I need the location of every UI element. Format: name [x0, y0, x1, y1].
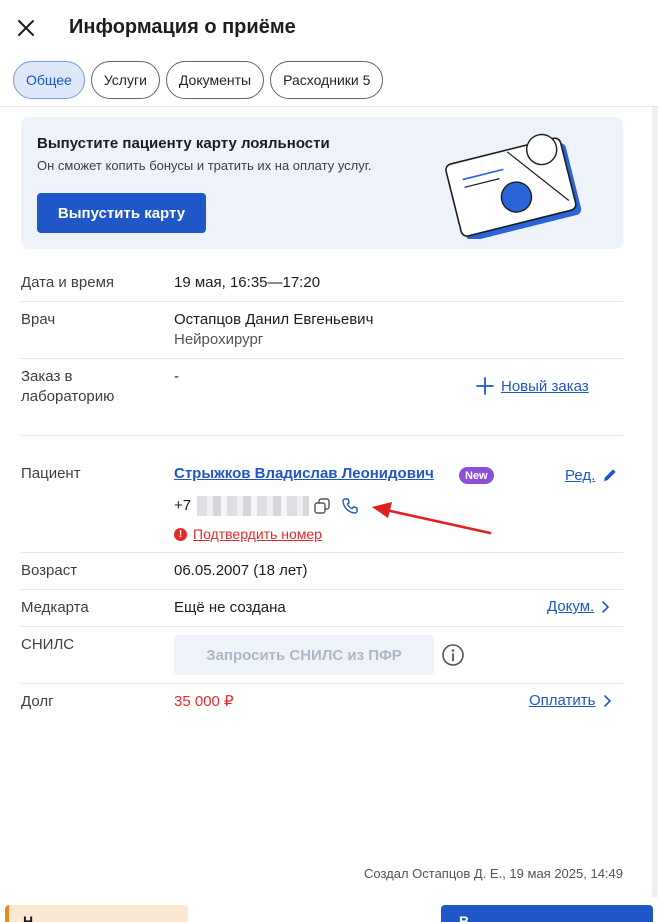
lab-order-value: -	[174, 368, 179, 385]
header-divider	[0, 106, 658, 107]
docs-label[interactable]: Докум.	[547, 598, 594, 615]
patient-label: Пациент	[21, 465, 81, 482]
doctor-label: Врач	[21, 311, 56, 328]
tab-bar: Общее Услуги Документы Расходники 5	[13, 61, 384, 99]
pay-label[interactable]: Оплатить	[529, 692, 596, 709]
copy-icon[interactable]	[313, 497, 331, 515]
chevron-right-icon	[602, 600, 610, 613]
divider	[21, 626, 623, 627]
medcard-value: Ещё не создана	[174, 599, 286, 616]
promo-subtitle: Он сможет копить бонусы и тратить их на …	[37, 158, 372, 173]
pencil-icon[interactable]	[601, 466, 619, 484]
tab-documents[interactable]: Документы	[165, 61, 265, 99]
snils-label: СНИЛС	[21, 636, 75, 653]
issue-card-button[interactable]: Выпустить карту	[37, 193, 206, 233]
debt-value: 35 000 ₽	[174, 693, 234, 710]
age-value: 06.05.2007 (18 лет)	[174, 562, 308, 579]
warning-icon: !	[174, 527, 187, 541]
docs-link[interactable]: Докум.	[547, 598, 610, 615]
medcard-label: Медкарта	[21, 599, 89, 616]
tab-general[interactable]: Общее	[13, 61, 85, 99]
plus-icon	[476, 377, 494, 395]
page-title: Информация о приёме	[69, 16, 296, 38]
header: Информация о приёме	[0, 0, 658, 56]
divider	[21, 301, 623, 302]
phone-prefix: +7	[174, 497, 192, 514]
patient-name-link[interactable]: Стрыжков Владислав Леонидович	[174, 465, 434, 482]
close-button[interactable]	[14, 16, 38, 40]
age-label: Возраст	[21, 562, 78, 579]
new-badge: New	[459, 467, 494, 484]
edit-label[interactable]: Ред.	[565, 467, 595, 484]
datetime-value: 19 мая, 16:35—17:20	[174, 274, 321, 291]
lab-order-label: Заказ в лабораторию	[21, 367, 114, 407]
loyalty-card-promo: Выпустите пациенту карту лояльности Он с…	[21, 117, 623, 249]
new-order-label[interactable]: Новый заказ	[501, 378, 589, 395]
annotation-arrow	[372, 502, 492, 535]
chevron-right-icon	[603, 694, 611, 707]
lab-order-label-line2: лабораторию	[21, 388, 115, 405]
phone-number-masked	[197, 496, 309, 516]
scrollbar[interactable]	[652, 107, 658, 897]
created-by-note: Создал Остапцов Д. Е., 19 мая 2025, 14:4…	[364, 866, 623, 881]
datetime-label: Дата и время	[21, 274, 115, 291]
edit-patient-link[interactable]: Ред.	[565, 466, 619, 484]
divider	[21, 552, 623, 553]
doctor-specialty: Нейрохирург	[174, 331, 264, 348]
divider	[21, 589, 623, 590]
close-icon[interactable]	[14, 16, 38, 40]
tab-consumables[interactable]: Расходники 5	[270, 61, 384, 99]
pay-link[interactable]: Оплатить	[529, 692, 612, 709]
info-icon[interactable]	[441, 643, 465, 667]
lab-order-label-line1: Заказ в	[21, 368, 73, 385]
loyalty-card-illustration	[445, 133, 582, 239]
doctor-name: Остапцов Данил Евгеньевич	[174, 311, 374, 328]
divider	[21, 683, 623, 684]
promo-title: Выпустите пациенту карту лояльности	[37, 135, 330, 152]
confirm-phone-link[interactable]: Подтвердить номер	[193, 526, 322, 542]
phone-icon[interactable]	[341, 497, 359, 515]
bottom-right-button[interactable]: В	[441, 905, 653, 922]
request-snils-button[interactable]: Запросить СНИЛС из ПФР	[174, 635, 434, 675]
divider	[21, 358, 623, 359]
bottom-left-button[interactable]: Н	[5, 905, 188, 922]
new-order-link[interactable]: Новый заказ	[475, 376, 589, 396]
tab-services[interactable]: Услуги	[90, 61, 160, 99]
confirm-phone-row: ! Подтвердить номер	[174, 526, 322, 542]
divider	[21, 435, 623, 436]
debt-label: Долг	[21, 693, 54, 710]
